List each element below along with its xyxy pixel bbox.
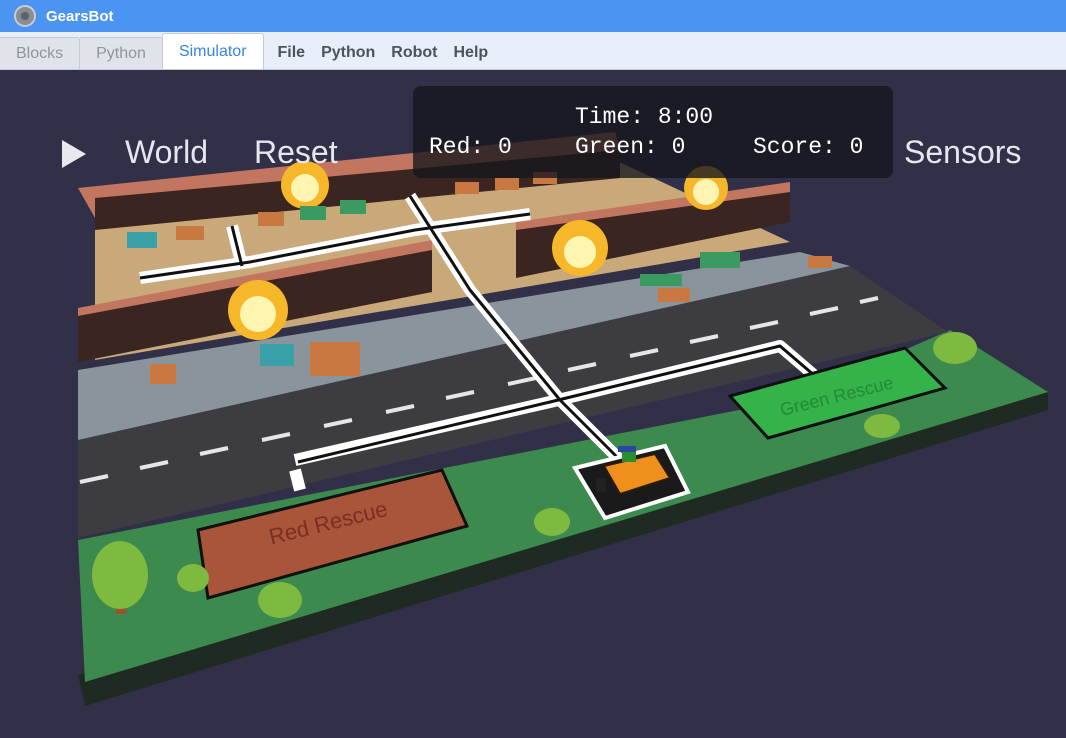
green-count: Green: 0 [575,134,686,160]
bush-icon [258,582,302,618]
bush-icon [933,332,977,364]
app-title: GearsBot [46,7,114,25]
menu-bar: Blocks Python Simulator File Python Robo… [0,32,1066,70]
fire-icon [228,280,288,340]
score-hud: Time: 8:00 Red: 0 Green: 0 Score: 0 [413,86,893,178]
menu-robot[interactable]: Robot [391,44,437,62]
time-readout: Time: 8:00 [575,104,714,130]
gear-icon [14,5,36,27]
tab-python[interactable]: Python [79,37,163,69]
tab-simulator[interactable]: Simulator [161,33,264,69]
score-readout: Score: 0 [753,134,864,160]
menu-items: File Python Robot Help [278,37,505,69]
menu-help[interactable]: Help [454,44,489,62]
reset-button[interactable]: Reset [254,134,338,171]
world-button[interactable]: World [125,134,208,171]
play-icon[interactable] [62,140,86,168]
bush-icon [177,564,209,592]
title-bar: GearsBot [0,0,1066,32]
bush-icon [864,414,900,438]
fire-icon [552,220,608,276]
red-count: Red: 0 [429,134,512,160]
simulator-canvas[interactable]: Red Rescue Green Rescue World Reset Sens… [0,70,1066,738]
sensors-button[interactable]: Sensors [904,134,1021,171]
tab-blocks[interactable]: Blocks [0,37,81,69]
menu-python[interactable]: Python [321,44,375,62]
bush-icon [534,508,570,536]
menu-file[interactable]: File [278,44,306,62]
